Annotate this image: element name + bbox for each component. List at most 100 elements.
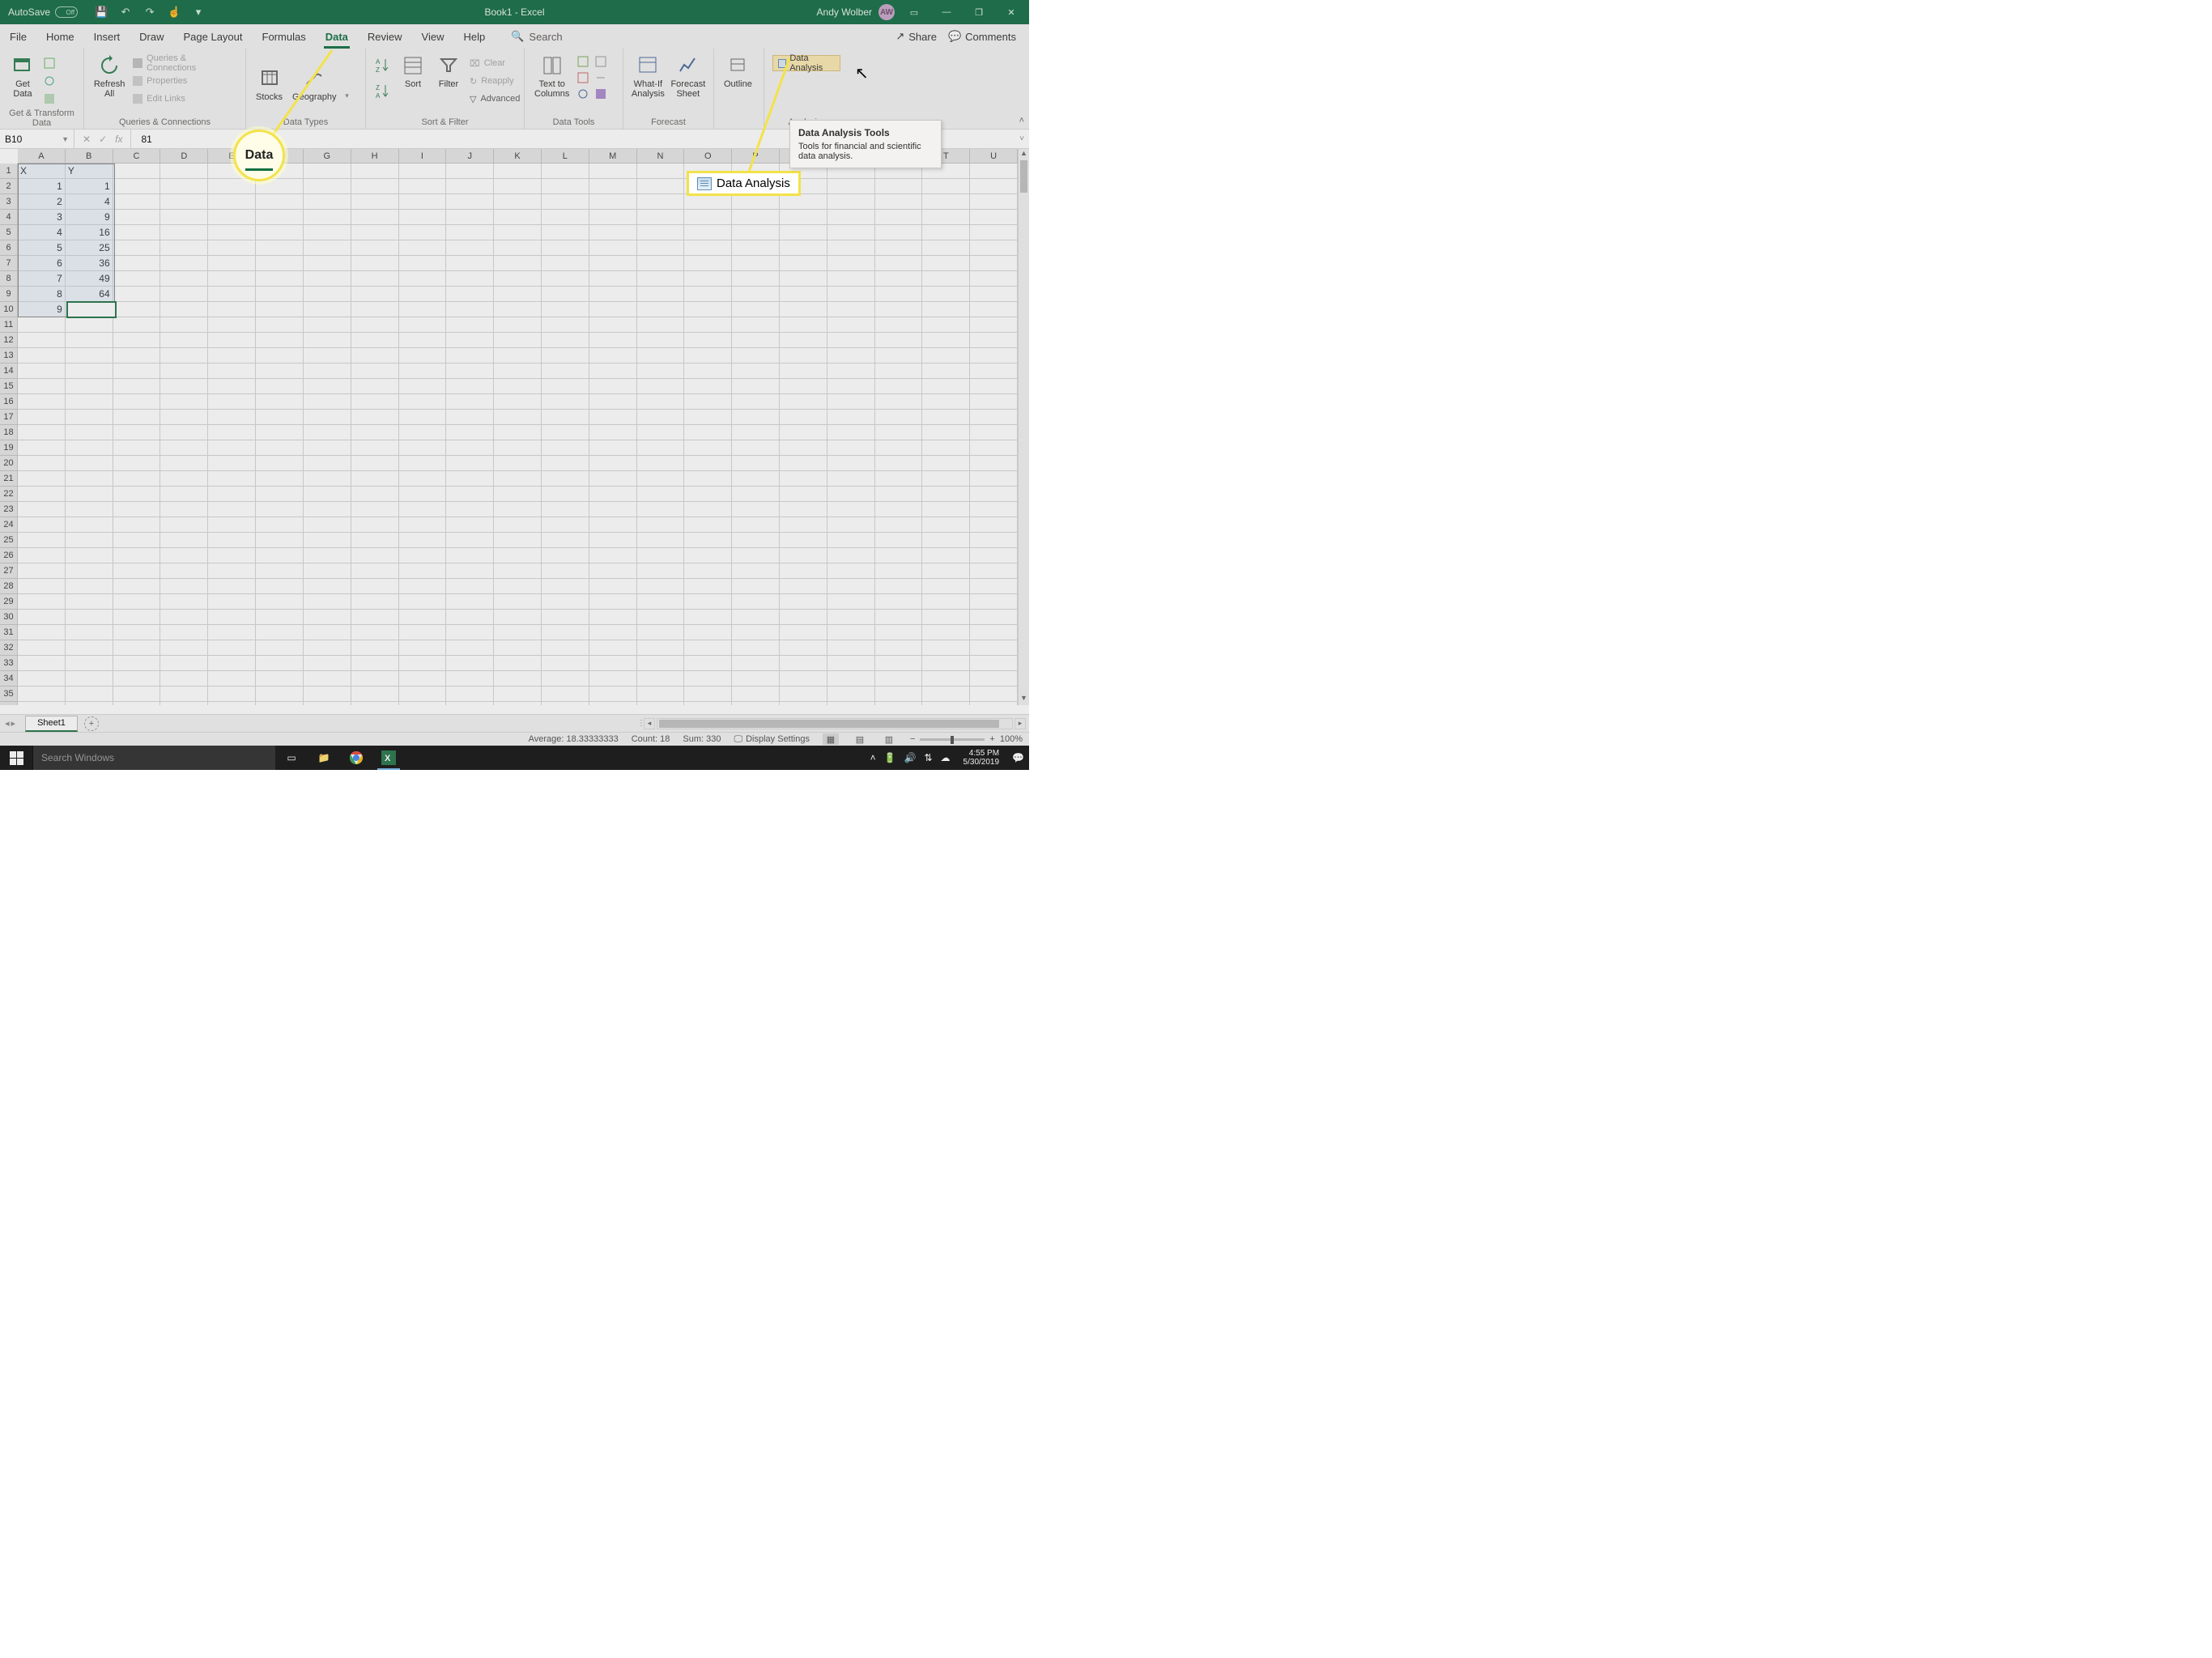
cell[interactable] [351,317,399,333]
cell[interactable] [970,194,1018,210]
cell[interactable] [922,194,970,210]
cell[interactable] [113,579,161,594]
cell[interactable] [304,671,351,687]
cell[interactable] [589,164,637,179]
collapse-ribbon-icon[interactable]: ˄ [1019,116,1024,125]
cell[interactable] [304,271,351,287]
cell[interactable] [160,179,208,194]
cell[interactable] [18,317,66,333]
cell[interactable] [780,348,827,363]
row-header[interactable]: 23 [0,502,18,517]
relationships-icon[interactable] [592,70,610,86]
text-to-columns-button[interactable]: Text to Columns [530,52,574,100]
cell[interactable] [875,394,923,410]
cell[interactable] [542,671,589,687]
cell[interactable] [446,333,494,348]
cell[interactable] [256,487,304,502]
row-header[interactable]: 25 [0,533,18,548]
cell[interactable] [827,425,875,440]
cell[interactable] [922,363,970,379]
cell[interactable]: 4 [66,194,113,210]
cell[interactable] [637,502,685,517]
cell[interactable] [732,302,780,317]
cell[interactable] [256,610,304,625]
cell[interactable] [399,287,447,302]
cell[interactable] [542,610,589,625]
cell[interactable] [256,517,304,533]
cell[interactable] [589,379,637,394]
cell[interactable] [18,533,66,548]
cell[interactable] [160,302,208,317]
cell[interactable] [494,317,542,333]
tab-page-layout[interactable]: Page Layout [174,24,253,49]
cell[interactable] [922,394,970,410]
cell[interactable] [208,656,256,671]
cell[interactable] [732,348,780,363]
cell[interactable] [970,471,1018,487]
cell[interactable] [732,517,780,533]
cell[interactable] [351,625,399,640]
cell[interactable] [113,517,161,533]
cell[interactable] [66,702,113,705]
cell[interactable] [160,271,208,287]
cell[interactable] [542,379,589,394]
cell[interactable] [208,687,256,702]
cell[interactable] [160,210,208,225]
cell[interactable] [399,410,447,425]
cell[interactable] [304,579,351,594]
cell[interactable] [970,594,1018,610]
cell[interactable] [256,179,304,194]
cell[interactable] [304,610,351,625]
cell[interactable] [827,271,875,287]
autosave[interactable]: AutoSave Off [0,6,86,18]
cell[interactable] [970,179,1018,194]
close-icon[interactable]: ✕ [998,0,1024,24]
cell[interactable] [256,502,304,517]
cell[interactable] [399,656,447,671]
cell[interactable] [589,656,637,671]
cell[interactable] [113,287,161,302]
cell[interactable] [304,656,351,671]
cell[interactable] [160,225,208,240]
row-header[interactable]: 28 [0,579,18,594]
data-validation-icon[interactable] [574,86,592,102]
cell[interactable] [256,702,304,705]
cell[interactable] [66,610,113,625]
whatif-button[interactable]: What-If Analysis [628,52,668,100]
cell[interactable] [922,179,970,194]
cell[interactable]: 25 [66,240,113,256]
cell[interactable] [684,579,732,594]
cell[interactable] [684,687,732,702]
cell[interactable] [446,363,494,379]
cell[interactable] [351,348,399,363]
expand-formula-icon[interactable]: ˅ [1019,134,1029,143]
cell[interactable] [684,656,732,671]
cell[interactable] [494,194,542,210]
cell[interactable] [66,625,113,640]
cell[interactable] [208,548,256,563]
cell[interactable]: 9 [66,210,113,225]
cell[interactable] [160,410,208,425]
cell[interactable] [542,687,589,702]
cell[interactable] [494,502,542,517]
cell[interactable] [684,333,732,348]
cell[interactable] [208,410,256,425]
row-header[interactable]: 26 [0,548,18,563]
cell[interactable] [589,548,637,563]
cell[interactable] [780,625,827,640]
cell[interactable] [256,625,304,640]
cell[interactable] [637,687,685,702]
cell[interactable] [589,271,637,287]
cell[interactable] [494,640,542,656]
cell[interactable] [446,610,494,625]
cell[interactable] [970,410,1018,425]
cell[interactable] [446,687,494,702]
cell[interactable] [732,271,780,287]
cell[interactable] [780,363,827,379]
col-header[interactable]: B [66,149,113,164]
cell[interactable] [399,687,447,702]
cell[interactable] [160,471,208,487]
cell[interactable] [589,179,637,194]
user-name[interactable]: Andy Wolber [817,6,872,18]
cell[interactable] [256,240,304,256]
